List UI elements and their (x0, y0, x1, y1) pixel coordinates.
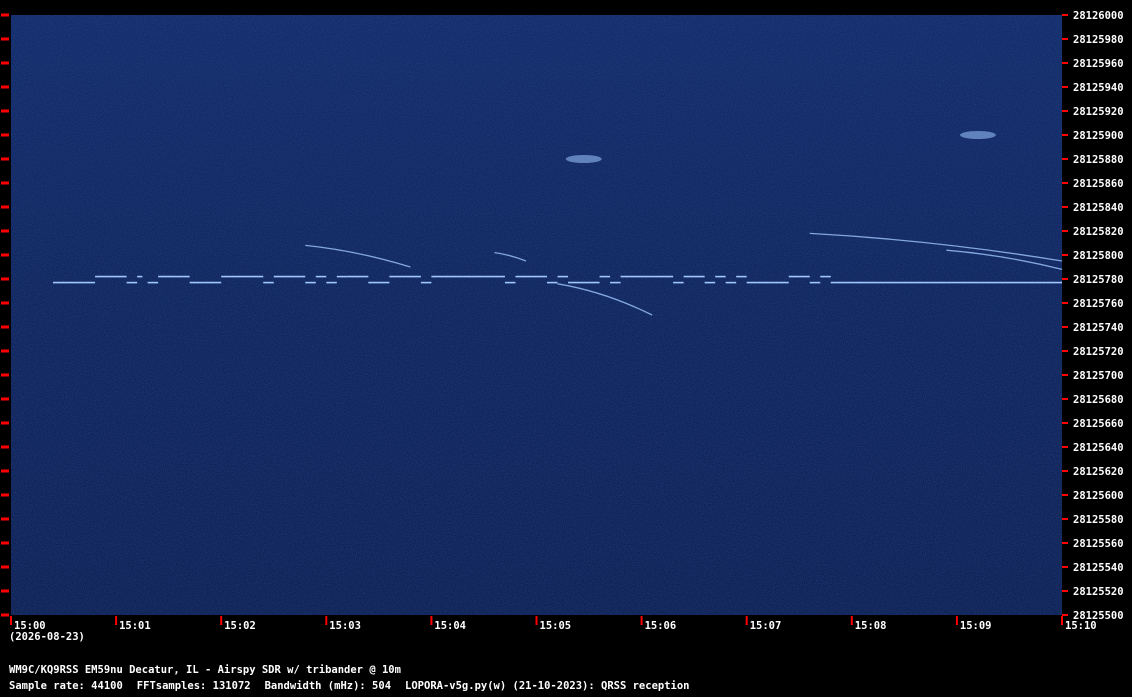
waterfall-chart: 28126000 28125980 28125960 28125940 28125920… (0, 0, 1132, 697)
date-label: (2026-08-23) (9, 631, 85, 643)
x-tick-label: 15:06 (645, 620, 677, 632)
x-tick-label: 15:09 (960, 620, 992, 632)
y-tick-label: 28125680 (1073, 394, 1124, 406)
y-tick-label: 28125660 (1073, 418, 1124, 430)
y-tick-label: 28125800 (1073, 250, 1124, 262)
y-tick-label: 28125580 (1073, 514, 1124, 526)
spectrogram-plot (11, 15, 1062, 615)
y-tick-label: 28125740 (1073, 322, 1124, 334)
y-tick-label: 28125900 (1073, 130, 1124, 142)
bandwidth-text: Bandwidth (mHz): 504 (264, 680, 392, 692)
signal-blob (959, 131, 996, 139)
x-tick-label: 15:10 (1065, 620, 1097, 632)
station-info: WM9C/KQ9RSS EM59nu Decatur, IL - Airspy … (9, 664, 401, 676)
y-tick-label: 28125560 (1073, 538, 1124, 550)
x-tick-label: 15:02 (224, 620, 256, 632)
x-tick-label: 15:08 (855, 620, 887, 632)
x-tick-label: 15:01 (119, 620, 151, 632)
x-tick-label: 15:07 (750, 620, 782, 632)
y-tick-label: 28125860 (1073, 178, 1124, 190)
sample-rate-text: Sample rate: 44100 (9, 680, 123, 692)
software-text: LOPORA-v5g.py(w) (21-10-2023): QRSS rece… (405, 680, 690, 692)
y-tick-label: 28125600 (1073, 490, 1124, 502)
y-tick-label: 28125940 (1073, 82, 1124, 94)
y-tick-label: 28125520 (1073, 586, 1124, 598)
y-tick-label: 28125960 (1073, 58, 1124, 70)
signal-blob (565, 155, 602, 163)
y-tick-label: 28125820 (1073, 226, 1124, 238)
y-tick-label: 28126000 (1073, 10, 1124, 22)
fft-samples-text: FFTsamples: 131072 (136, 680, 251, 692)
y-tick-label: 28125620 (1073, 466, 1124, 478)
y-tick-label: 28125540 (1073, 562, 1124, 574)
y-tick-label: 28125720 (1073, 346, 1124, 358)
y-tick-label: 28125640 (1073, 442, 1124, 454)
y-tick-label: 28125700 (1073, 370, 1124, 382)
y-tick-label: 28125920 (1073, 106, 1124, 118)
x-tick-label: 15:05 (540, 620, 572, 632)
x-tick-label: 15:04 (434, 620, 466, 632)
y-tick-label: 28125780 (1073, 274, 1124, 286)
y-tick-label: 28125760 (1073, 298, 1124, 310)
x-tick-label: 15:03 (329, 620, 361, 632)
capture-settings: Sample rate: 44100 FFTsamples: 131072 Band… (9, 680, 704, 692)
y-tick-label: 28125980 (1073, 34, 1124, 46)
y-tick-label: 28125840 (1073, 202, 1124, 214)
y-tick-label: 28125880 (1073, 154, 1124, 166)
